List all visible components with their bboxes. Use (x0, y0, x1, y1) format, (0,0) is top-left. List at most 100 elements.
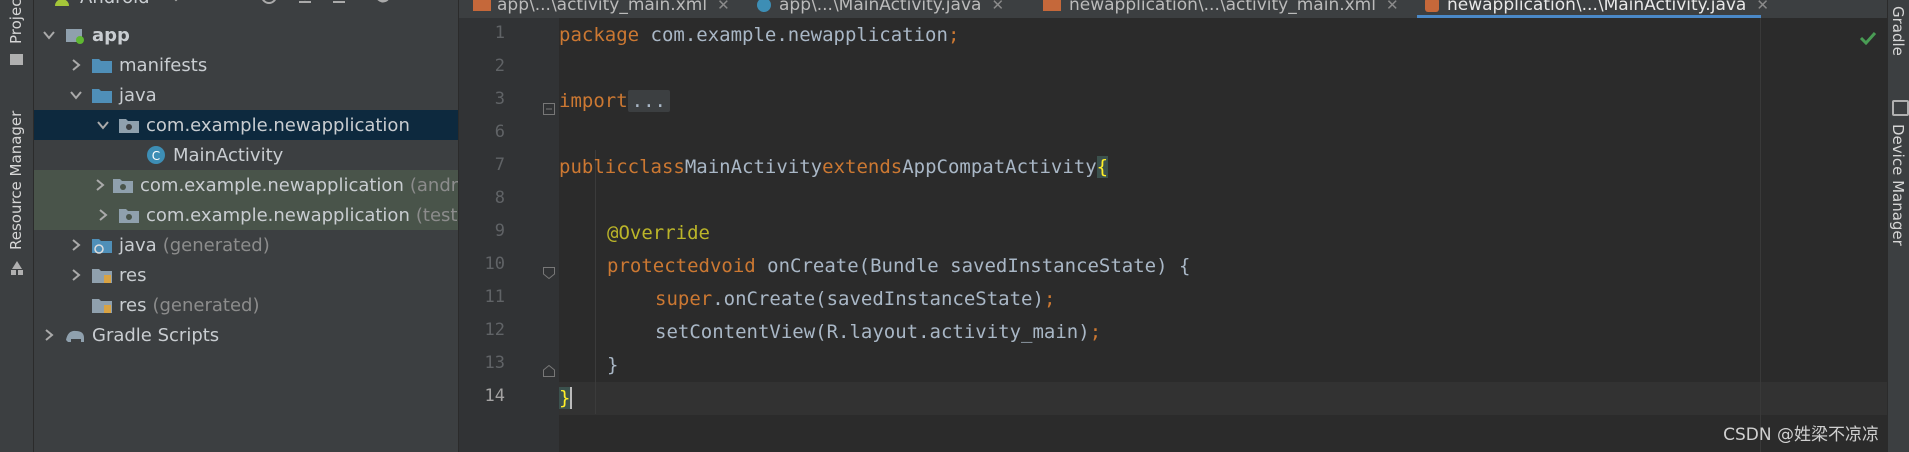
code-line-1: package com.example.newapplication; (559, 18, 959, 51)
tree-item-label: com.example.newapplication (146, 204, 410, 226)
tree-item-package-androidtest[interactable]: com.example.newapplication(androidTest) (34, 170, 458, 200)
class-file-icon (757, 0, 771, 12)
code-area[interactable]: package com.example.newapplication; impo… (559, 18, 1887, 452)
gradle-tool-tab[interactable]: Gradle (1889, 6, 1907, 56)
tree-item-label: app (92, 24, 130, 46)
tree-item-package-test[interactable]: com.example.newapplication(test) (34, 200, 458, 230)
tree-item-mainactivity[interactable]: C MainActivity (34, 140, 458, 170)
line-number: 12 (484, 320, 505, 340)
no-problems-icon[interactable] (1859, 30, 1877, 49)
line-number: 3 (494, 89, 505, 109)
chevron-right-icon[interactable] (67, 266, 85, 284)
matched-brace: { (1096, 155, 1109, 178)
view-selector[interactable]: Android (80, 0, 150, 8)
right-tool-strip: Gradle Device Manager (1887, 0, 1909, 452)
line-number: 2 (494, 56, 505, 76)
generated-folder-icon (91, 235, 113, 255)
annotation: @Override (607, 221, 710, 244)
tree-item-suffix: (test) (415, 204, 458, 226)
code-line-3: import ... (559, 84, 670, 117)
watermark: CSDN @姓梁不凉凉 (1723, 425, 1879, 445)
fold-toggle-icon[interactable] (543, 362, 555, 381)
tree-item-package-main[interactable]: com.example.newapplication (34, 110, 458, 140)
xml-file-icon (1043, 0, 1061, 11)
chevron-right-icon[interactable] (67, 236, 85, 254)
project-tool-tab[interactable]: Project (7, 0, 25, 44)
tree-item-suffix: (androidTest) (409, 174, 458, 196)
tree-item-gradle-scripts[interactable]: Gradle Scripts (34, 320, 458, 350)
tab-app-activity-main-xml[interactable]: app\...\activity_main.xml ✕ (473, 0, 730, 18)
editor-tab-bar: app\...\activity_main.xml ✕ app\...\MainA… (459, 0, 1887, 18)
close-icon[interactable]: ✕ (717, 0, 730, 14)
tree-item-suffix: (generated) (152, 294, 260, 316)
code-line-10: protected void onCreate(Bundle savedInst… (607, 249, 1190, 282)
project-panel-header: Android (34, 0, 458, 14)
tree-item-app[interactable]: app (34, 20, 458, 50)
chevron-right-icon[interactable] (94, 176, 106, 194)
code-line-11: super .onCreate(savedInstanceState); (655, 282, 1055, 315)
line-number: 1 (494, 23, 505, 43)
tree-item-java-generated[interactable]: java (generated) (34, 230, 458, 260)
device-manager-tool-tab[interactable]: Device Manager (1889, 124, 1907, 246)
line-number: 6 (494, 122, 505, 142)
tab-app-mainactivity-java[interactable]: app\...\MainActivity.java ✕ (757, 0, 1004, 18)
line-number: 14 (484, 386, 505, 406)
super-class: AppCompatActivity (902, 155, 1097, 178)
line-number: 13 (484, 353, 505, 373)
expand-all-icon[interactable] (296, 0, 314, 9)
package-icon (118, 115, 140, 135)
locate-icon[interactable] (260, 0, 278, 9)
gear-icon[interactable] (374, 0, 392, 9)
tree-item-label: res (119, 264, 147, 286)
code-line-7: public class MainActivity extends AppCom… (559, 150, 1109, 183)
code-text: } (607, 353, 619, 376)
close-icon[interactable]: ✕ (1756, 0, 1769, 14)
chevron-down-icon[interactable] (94, 116, 112, 134)
tab-label: newapplication\...\activity_main.xml (1069, 0, 1376, 15)
collapse-all-icon[interactable] (330, 0, 348, 9)
keyword: class (627, 155, 685, 178)
code-line-9: @Override (607, 216, 710, 249)
matched-brace: } (559, 386, 571, 409)
tree-item-label: java (119, 234, 157, 256)
chevron-right-icon[interactable] (67, 56, 85, 74)
tab-newapp-activity-main-xml[interactable]: newapplication\...\activity_main.xml ✕ (1043, 0, 1399, 18)
java-file-icon (1425, 0, 1439, 12)
package-icon (118, 205, 140, 225)
code-line-13: } (607, 348, 618, 381)
code-text: onCreate(Bundle savedInstanceState) { (755, 254, 1191, 277)
chevron-down-icon[interactable] (67, 86, 85, 104)
resource-manager-icon (9, 260, 25, 280)
close-icon[interactable]: ✕ (991, 0, 1004, 14)
tree-item-label: com.example.newapplication (140, 174, 404, 196)
chevron-down-icon[interactable] (40, 26, 58, 44)
tree-item-res-generated[interactable]: res (generated) (34, 290, 458, 320)
chevron-right-icon[interactable] (94, 206, 112, 224)
code-editor: app\...\activity_main.xml ✕ app\...\MainA… (459, 0, 1887, 452)
chevron-right-icon[interactable] (40, 326, 58, 344)
fold-toggle-icon[interactable] (543, 264, 555, 283)
fold-toggle-icon[interactable] (543, 100, 555, 119)
project-panel: Android app manifests java com.example.n… (34, 0, 458, 452)
gradle-elephant-icon (64, 325, 86, 345)
folded-imports[interactable]: ... (627, 89, 670, 112)
code-text: com.example.newapplication (639, 23, 948, 46)
tree-item-label: res (119, 294, 147, 316)
hide-panel-icon[interactable] (410, 0, 428, 9)
tree-item-label: java (119, 84, 157, 106)
tree-item-java[interactable]: java (34, 80, 458, 110)
keyword: void (709, 254, 756, 277)
line-number: 11 (484, 287, 505, 307)
res-folder-icon (91, 295, 113, 315)
close-icon[interactable]: ✕ (1386, 0, 1399, 14)
module-icon (64, 25, 86, 45)
resource-manager-tool-tab[interactable]: Resource Manager (7, 111, 25, 250)
svg-text:C: C (152, 149, 160, 163)
line-number: 8 (494, 188, 505, 208)
tree-item-manifests[interactable]: manifests (34, 50, 458, 80)
tree-item-res[interactable]: res (34, 260, 458, 290)
tree-item-label: com.example.newapplication (146, 114, 410, 136)
line-number: 10 (484, 254, 505, 274)
class-icon: C (145, 145, 167, 165)
chevron-down-icon[interactable] (170, 0, 182, 7)
